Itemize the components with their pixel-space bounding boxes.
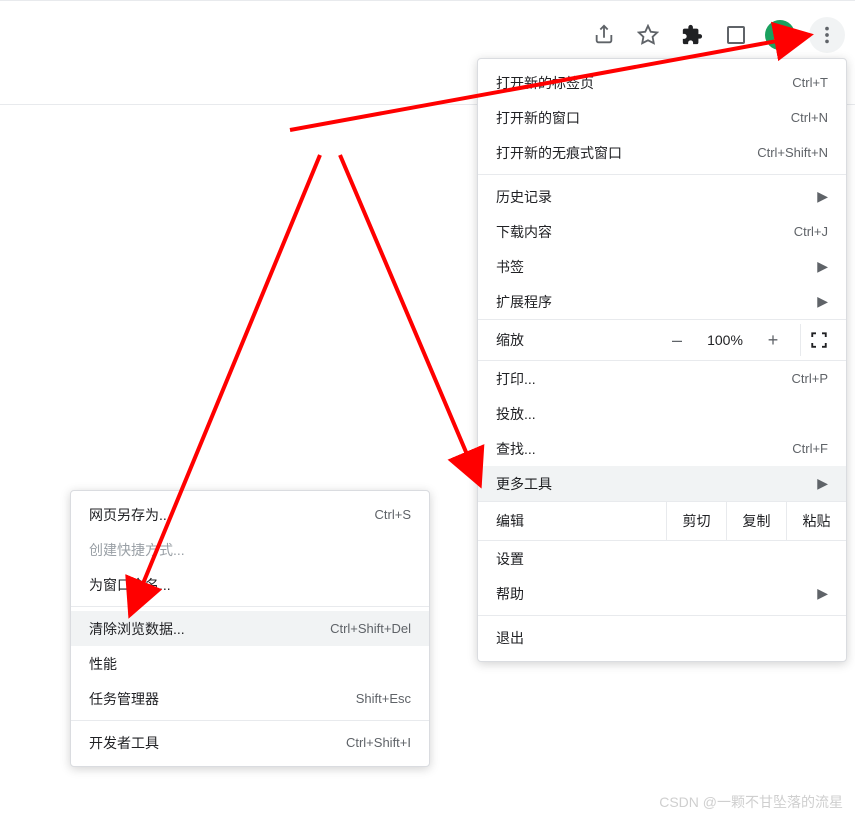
main-menu: 打开新的标签页 Ctrl+T 打开新的窗口 Ctrl+N 打开新的无痕式窗口 C… xyxy=(477,58,847,662)
menu-shortcut: Ctrl+P xyxy=(792,371,828,386)
menu-label: 退出 xyxy=(496,628,524,648)
menu-settings[interactable]: 设置 xyxy=(478,541,846,576)
avatar-text: 思 xyxy=(773,25,787,45)
menu-cast[interactable]: 投放... xyxy=(478,396,846,431)
menu-bookmarks[interactable]: 书签 ▶ xyxy=(478,249,846,284)
zoom-value: 100% xyxy=(700,332,750,348)
edit-cut[interactable]: 剪切 xyxy=(666,502,726,540)
menu-exit[interactable]: 退出 xyxy=(478,620,846,655)
kebab-menu-icon[interactable] xyxy=(809,17,845,53)
menu-more-tools[interactable]: 更多工具 ▶ xyxy=(478,466,846,501)
menu-label: 打开新的无痕式窗口 xyxy=(496,143,622,163)
avatar[interactable]: 思 xyxy=(765,20,795,50)
chevron-right-icon: ▶ xyxy=(817,258,828,275)
fullscreen-button[interactable] xyxy=(800,324,836,356)
menu-history[interactable]: 历史记录 ▶ xyxy=(478,179,846,214)
zoom-label: 缩放 xyxy=(496,330,524,350)
edit-copy[interactable]: 复制 xyxy=(726,502,786,540)
star-icon[interactable] xyxy=(633,20,663,50)
chevron-right-icon: ▶ xyxy=(817,585,828,602)
menu-shortcut: Ctrl+Shift+Del xyxy=(330,621,411,636)
menu-label: 帮助 xyxy=(496,584,524,604)
menu-find[interactable]: 查找... Ctrl+F xyxy=(478,431,846,466)
menu-zoom-row: 缩放 – 100% + xyxy=(478,319,846,361)
menu-print[interactable]: 打印... Ctrl+P xyxy=(478,361,846,396)
submenu-create-shortcut: 创建快捷方式... xyxy=(71,532,429,567)
menu-label: 书签 xyxy=(496,257,524,277)
menu-label: 查找... xyxy=(496,439,536,459)
menu-label: 任务管理器 xyxy=(89,689,159,709)
menu-separator xyxy=(71,606,429,607)
submenu-save-as[interactable]: 网页另存为... Ctrl+S xyxy=(71,497,429,532)
menu-label: 为窗口命名... xyxy=(89,575,171,595)
menu-new-tab[interactable]: 打开新的标签页 Ctrl+T xyxy=(478,65,846,100)
submenu-clear-browsing-data[interactable]: 清除浏览数据... Ctrl+Shift+Del xyxy=(71,611,429,646)
zoom-in-button[interactable]: + xyxy=(756,324,790,356)
menu-label: 历史记录 xyxy=(496,187,552,207)
submenu-performance[interactable]: 性能 xyxy=(71,646,429,681)
menu-label: 打印... xyxy=(496,369,536,389)
menu-label: 打开新的标签页 xyxy=(496,73,594,93)
chevron-right-icon: ▶ xyxy=(817,188,828,205)
menu-label: 创建快捷方式... xyxy=(89,540,185,560)
menu-label: 下载内容 xyxy=(496,222,552,242)
menu-label: 网页另存为... xyxy=(89,505,171,525)
menu-shortcut: Ctrl+T xyxy=(792,75,828,90)
menu-label: 设置 xyxy=(496,549,524,569)
submenu-name-window[interactable]: 为窗口命名... xyxy=(71,567,429,602)
menu-shortcut: Ctrl+Shift+N xyxy=(757,145,828,160)
share-icon[interactable] xyxy=(589,20,619,50)
menu-shortcut: Ctrl+F xyxy=(792,441,828,456)
chevron-right-icon: ▶ xyxy=(817,475,828,492)
menu-label: 清除浏览数据... xyxy=(89,619,185,639)
menu-label: 开发者工具 xyxy=(89,733,159,753)
menu-edit-row: 编辑 剪切 复制 粘贴 xyxy=(478,501,846,541)
menu-separator xyxy=(71,720,429,721)
menu-shortcut: Ctrl+J xyxy=(794,224,828,239)
more-tools-submenu: 网页另存为... Ctrl+S 创建快捷方式... 为窗口命名... 清除浏览数… xyxy=(70,490,430,767)
menu-label: 更多工具 xyxy=(496,474,552,494)
watermark: CSDN @一颗不甘坠落的流星 xyxy=(659,792,843,812)
menu-label: 扩展程序 xyxy=(496,292,552,312)
menu-shortcut: Ctrl+Shift+I xyxy=(346,735,411,750)
menu-label: 投放... xyxy=(496,404,536,424)
menu-shortcut: Shift+Esc xyxy=(356,691,411,706)
menu-label: 打开新的窗口 xyxy=(496,108,580,128)
menu-new-incognito[interactable]: 打开新的无痕式窗口 Ctrl+Shift+N xyxy=(478,135,846,170)
zoom-controls: – 100% + xyxy=(660,324,836,356)
edit-label: 编辑 xyxy=(478,502,542,540)
sidepanel-icon[interactable] xyxy=(721,20,751,50)
menu-extensions[interactable]: 扩展程序 ▶ xyxy=(478,284,846,319)
menu-new-window[interactable]: 打开新的窗口 Ctrl+N xyxy=(478,100,846,135)
menu-separator xyxy=(478,174,846,175)
browser-toolbar: 思 xyxy=(589,15,845,55)
menu-label: 性能 xyxy=(89,654,117,674)
edit-paste[interactable]: 粘贴 xyxy=(786,502,846,540)
zoom-out-button[interactable]: – xyxy=(660,324,694,356)
menu-shortcut: Ctrl+N xyxy=(791,110,828,125)
extensions-icon[interactable] xyxy=(677,20,707,50)
menu-help[interactable]: 帮助 ▶ xyxy=(478,576,846,611)
menu-shortcut: Ctrl+S xyxy=(375,507,411,522)
submenu-devtools[interactable]: 开发者工具 Ctrl+Shift+I xyxy=(71,725,429,760)
menu-separator xyxy=(478,615,846,616)
submenu-task-manager[interactable]: 任务管理器 Shift+Esc xyxy=(71,681,429,716)
chevron-right-icon: ▶ xyxy=(817,293,828,310)
menu-downloads[interactable]: 下载内容 Ctrl+J xyxy=(478,214,846,249)
